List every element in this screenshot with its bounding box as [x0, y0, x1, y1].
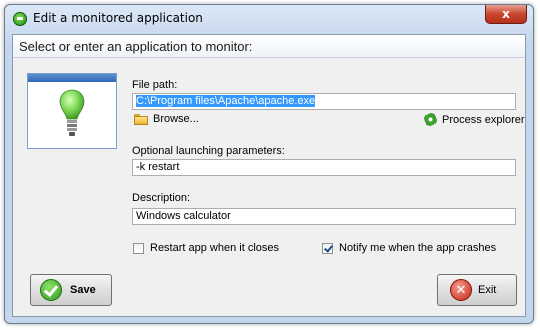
- file-path-value: C:\Program files\Apache\apache.exe: [136, 95, 316, 107]
- restart-checkbox-box[interactable]: [133, 242, 144, 254]
- lightbulb-icon: [59, 89, 85, 136]
- save-button-label: Save: [70, 284, 96, 296]
- browse-label: Browse...: [153, 113, 199, 125]
- launch-params-label: Optional launching parameters:: [132, 145, 285, 157]
- file-path-input[interactable]: C:\Program files\Apache\apache.exe: [132, 93, 516, 110]
- preview-header-bar: [28, 74, 116, 82]
- app-icon-preview: [27, 73, 117, 149]
- restart-checkbox[interactable]: Restart app when it closes: [133, 242, 279, 254]
- app-status-icon: [13, 12, 27, 26]
- folder-icon: [134, 113, 148, 125]
- dialog-heading: Select or enter an application to monito…: [19, 39, 253, 54]
- checkmark-icon: [40, 279, 62, 301]
- close-circle-icon: ✕: [450, 279, 472, 301]
- dialog-window: Edit a monitored application x Select or…: [4, 4, 534, 324]
- title-bar[interactable]: Edit a monitored application x: [5, 5, 533, 33]
- notify-checkbox-box[interactable]: [322, 242, 333, 254]
- file-path-label: File path:: [132, 79, 178, 91]
- exit-button-label: Exit: [478, 284, 497, 296]
- notify-checkbox-label: Notify me when the app crashes: [339, 242, 497, 254]
- exit-button[interactable]: ✕ Exit: [437, 274, 517, 306]
- description-input[interactable]: Windows calculator: [132, 208, 516, 225]
- description-label: Description:: [132, 192, 191, 204]
- close-button[interactable]: x: [485, 5, 527, 24]
- process-explorer-label: Process explorer: [442, 113, 525, 126]
- browse-button[interactable]: Browse...: [134, 113, 199, 125]
- window-title: Edit a monitored application: [33, 11, 203, 25]
- restart-checkbox-label: Restart app when it closes: [150, 242, 280, 254]
- process-explorer-button[interactable]: Process explorer: [424, 113, 525, 126]
- gear-icon: [424, 113, 437, 126]
- dialog-body: Select or enter an application to monito…: [12, 34, 526, 317]
- save-button[interactable]: Save: [30, 274, 112, 306]
- notify-checkbox[interactable]: Notify me when the app crashes: [322, 242, 496, 254]
- launch-params-input[interactable]: -k restart: [132, 159, 516, 176]
- header-strip: Select or enter an application to monito…: [13, 35, 525, 58]
